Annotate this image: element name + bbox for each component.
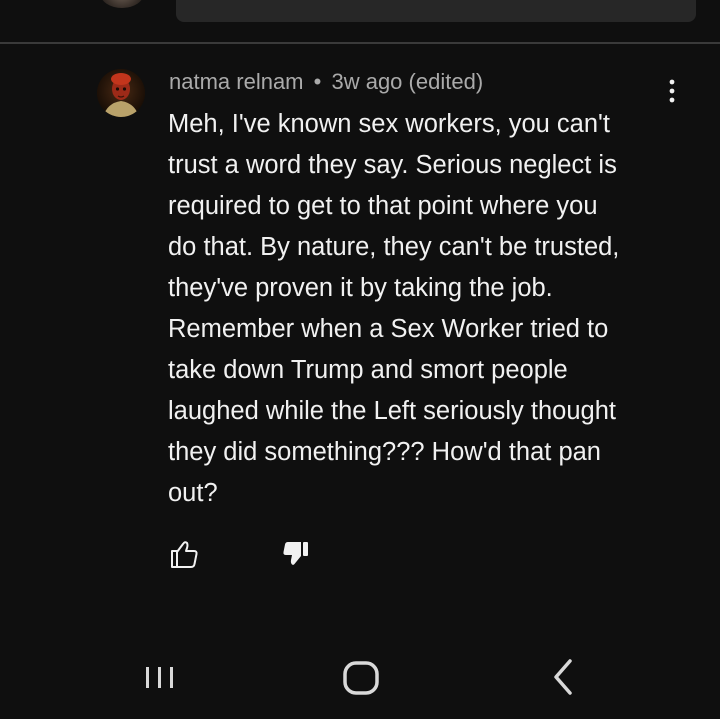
recent-apps-icon — [146, 667, 173, 688]
comment-meta: natma relnam • 3w ago (edited) — [169, 67, 483, 97]
author-name[interactable]: natma relnam — [169, 69, 304, 94]
divider — [0, 42, 720, 44]
recent-apps-button[interactable] — [138, 655, 182, 699]
system-navigation-bar — [0, 630, 720, 719]
dislike-button[interactable] — [278, 536, 314, 572]
avatar[interactable] — [97, 69, 145, 117]
back-chevron-icon — [554, 659, 572, 695]
thumbs-up-icon — [171, 541, 198, 568]
reply-input[interactable] — [176, 0, 696, 22]
edited-label: (edited) — [408, 69, 484, 94]
thumbs-down-icon — [283, 542, 308, 565]
comment-text: Meh, I've known sex workers, you can't t… — [168, 110, 620, 507]
previous-avatar — [100, 0, 144, 8]
timestamp: 3w ago — [331, 69, 403, 94]
meta-separator: • — [313, 69, 322, 94]
home-button[interactable] — [338, 655, 384, 699]
back-button[interactable] — [540, 655, 584, 699]
like-button[interactable] — [166, 536, 202, 572]
home-icon — [343, 661, 379, 695]
avatar-image — [97, 69, 145, 117]
